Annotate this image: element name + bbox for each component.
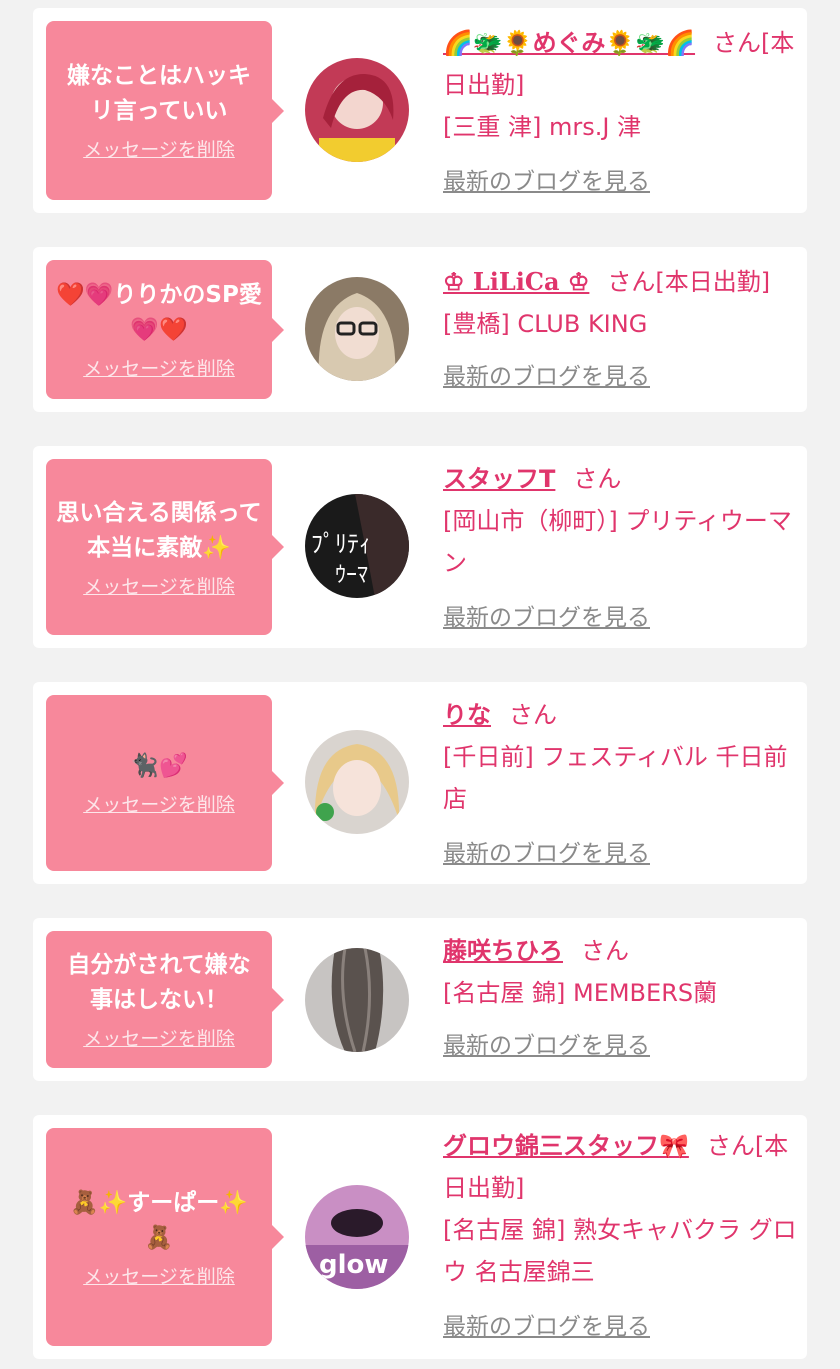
message-text: 自分がされて嫌な事はしない！ <box>67 952 251 1013</box>
avatar-photo: glow <box>305 1185 409 1289</box>
avatar[interactable] <box>305 730 409 834</box>
message-text: 🐈‍⬛💕 <box>130 753 188 779</box>
message-text: 嫌なことはハッキリ言っていい <box>67 63 251 124</box>
message-text: 思い合える関係って本当に素敵✨ <box>56 499 262 561</box>
latest-blog-link[interactable]: 最新のブログを見る <box>443 356 650 398</box>
avatar-photo <box>305 730 409 834</box>
profile-info: りな さん [千日前] フェスティバル 千日前店 最新のブログを見る <box>443 694 798 875</box>
status-badge: [本日出勤] <box>655 268 771 296</box>
honorific: さん <box>706 1132 755 1160</box>
honorific: さん <box>509 701 557 729</box>
profile-info: グロウ錦三スタッフ🎀 さん[本日出勤] [名古屋 錦] 熟女キャバクラ グロウ 名… <box>443 1125 798 1348</box>
message-bubble: 嫌なことはハッキリ言っていい メッセージを削除 <box>46 21 284 200</box>
profile-name-link[interactable]: 藤咲ちひろ <box>443 937 563 965</box>
message-bubble: 🧸✨すーぱー✨🧸 メッセージを削除 <box>46 1128 284 1346</box>
message-bubble: 自分がされて嫌な事はしない！ メッセージを削除 <box>46 931 284 1068</box>
shop-name: [名古屋 錦] 熟女キャバクラ グロウ 名古屋錦三 <box>443 1216 797 1286</box>
svg-text:ｳｰﾏ: ｳｰﾏ <box>335 563 368 588</box>
latest-blog-link[interactable]: 最新のブログを見る <box>443 1306 650 1348</box>
message-card: ❤️💗りりかのSP愛💗❤️ メッセージを削除 ♔ LiLiCa ♔ さん[本日出勤… <box>33 247 807 412</box>
delete-message-link[interactable]: メッセージを削除 <box>83 1262 235 1289</box>
profile-name-link[interactable]: スタッフT <box>443 465 555 493</box>
profile-info: 🌈🐲🌻めぐみ🌻🐲🌈 さん[本日出勤] [三重 津] mrs.J 津 最新のブログを… <box>443 22 798 203</box>
shop-name: [千日前] フェスティバル 千日前店 <box>443 743 788 813</box>
message-card: 思い合える関係って本当に素敵✨ メッセージを削除 ﾌﾟﾘﾃｨ ｳｰﾏ スタッフT… <box>33 446 807 648</box>
avatar-photo <box>305 58 409 162</box>
message-text: ❤️💗りりかのSP愛💗❤️ <box>56 282 262 343</box>
profile-info: ♔ LiLiCa ♔ さん[本日出勤] [豊橋] CLUB KING 最新のブログ… <box>443 261 798 398</box>
profile-info: 藤咲ちひろ さん [名古屋 錦] MEMBERS蘭 最新のブログを見る <box>443 930 798 1067</box>
svg-text:ﾌﾟﾘﾃｨ: ﾌﾟﾘﾃｨ <box>311 530 371 558</box>
avatar-photo <box>305 277 409 381</box>
honorific: さん <box>573 465 622 493</box>
profile-info: スタッフT さん [岡山市（柳町）] プリティウーマン 最新のブログを見る <box>443 458 798 639</box>
profile-name-link[interactable]: 🌈🐲🌻めぐみ🌻🐲🌈 <box>443 29 695 57</box>
svg-text:glow: glow <box>319 1250 388 1280</box>
avatar[interactable] <box>305 277 409 381</box>
shop-name: [名古屋 錦] MEMBERS蘭 <box>443 979 718 1007</box>
message-card: 🧸✨すーぱー✨🧸 メッセージを削除 glow グロウ錦三スタッフ🎀 さん[本日出勤… <box>33 1115 807 1359</box>
avatar-photo: ﾌﾟﾘﾃｨ ｳｰﾏ <box>305 494 409 598</box>
delete-message-link[interactable]: メッセージを削除 <box>83 572 235 599</box>
delete-message-link[interactable]: メッセージを削除 <box>83 354 235 381</box>
shop-name: [豊橋] CLUB KING <box>443 310 648 338</box>
message-bubble: 🐈‍⬛💕 メッセージを削除 <box>46 695 284 871</box>
message-text: 🧸✨すーぱー✨🧸 <box>70 1189 248 1251</box>
delete-message-link[interactable]: メッセージを削除 <box>83 135 235 162</box>
avatar[interactable] <box>305 58 409 162</box>
avatar[interactable]: ﾌﾟﾘﾃｨ ｳｰﾏ <box>305 494 409 598</box>
avatar-photo <box>305 948 409 1052</box>
avatar[interactable] <box>305 948 409 1052</box>
shop-name: [岡山市（柳町）] プリティウーマン <box>443 507 792 577</box>
avatar[interactable]: glow <box>305 1185 409 1289</box>
honorific: さん <box>581 937 629 965</box>
profile-name-link[interactable]: グロウ錦三スタッフ🎀 <box>443 1132 689 1160</box>
honorific: さん <box>607 268 656 296</box>
delete-message-link[interactable]: メッセージを削除 <box>83 790 235 817</box>
latest-blog-link[interactable]: 最新のブログを見る <box>443 161 650 203</box>
latest-blog-link[interactable]: 最新のブログを見る <box>443 833 650 875</box>
profile-name-link[interactable]: ♔ LiLiCa ♔ <box>443 267 589 296</box>
message-bubble: 思い合える関係って本当に素敵✨ メッセージを削除 <box>46 459 284 635</box>
message-card: 自分がされて嫌な事はしない！ メッセージを削除 藤咲ちひろ さん [名古屋 錦] … <box>33 918 807 1081</box>
message-card: 嫌なことはハッキリ言っていい メッセージを削除 🌈🐲🌻めぐみ🌻🐲🌈 さん[本日出勤… <box>33 8 807 213</box>
message-bubble: ❤️💗りりかのSP愛💗❤️ メッセージを削除 <box>46 260 284 399</box>
honorific: さん <box>713 29 762 57</box>
shop-name: [三重 津] mrs.J 津 <box>443 113 642 141</box>
latest-blog-link[interactable]: 最新のブログを見る <box>443 1025 650 1067</box>
profile-name-link[interactable]: りな <box>443 701 491 729</box>
message-card: 🐈‍⬛💕 メッセージを削除 りな さん [千日前] フェスティバル 千日前店 最新… <box>33 682 807 884</box>
delete-message-link[interactable]: メッセージを削除 <box>83 1024 235 1051</box>
latest-blog-link[interactable]: 最新のブログを見る <box>443 597 650 639</box>
